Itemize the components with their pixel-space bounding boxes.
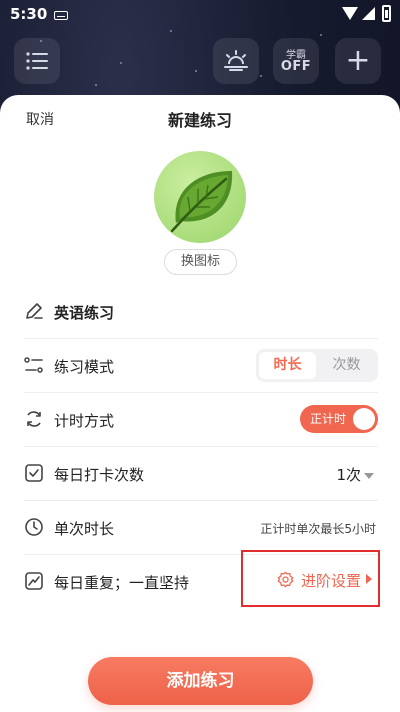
mode-list-icon bbox=[24, 357, 43, 373]
daily-checkin-value: 1次 bbox=[336, 466, 361, 484]
mode-option-duration[interactable]: 时长 bbox=[259, 352, 316, 379]
sheet-title: 新建练习 bbox=[167, 111, 232, 130]
name-row[interactable]: 英语练习 bbox=[24, 285, 378, 339]
repeat-label: 每日重复；一直坚持 bbox=[54, 574, 190, 592]
practice-icon[interactable] bbox=[154, 151, 246, 243]
pencil-icon bbox=[26, 303, 43, 319]
chevron-right-icon bbox=[366, 574, 372, 584]
checkbox-icon bbox=[25, 464, 43, 482]
study-mode-toggle[interactable]: 学霸 OFF bbox=[273, 38, 319, 84]
clock-icon bbox=[25, 518, 43, 536]
add-button[interactable]: + bbox=[335, 38, 381, 84]
change-icon-button[interactable]: 换图标 bbox=[164, 249, 237, 275]
trend-icon bbox=[25, 572, 43, 590]
daily-checkin-row[interactable]: 每日打卡次数 1次 bbox=[24, 447, 378, 501]
study-mode-state: OFF bbox=[280, 59, 312, 74]
advanced-settings-button[interactable]: 进阶设置 bbox=[241, 550, 380, 607]
advanced-settings-label: 进阶设置 bbox=[301, 572, 362, 590]
mode-option-count[interactable]: 次数 bbox=[318, 352, 375, 379]
gear-icon bbox=[277, 571, 294, 588]
leaf-icon bbox=[170, 171, 233, 233]
sunrise-icon bbox=[224, 50, 248, 71]
keyboard-icon bbox=[54, 11, 68, 20]
plus-icon: + bbox=[345, 43, 371, 78]
signal-icon bbox=[362, 7, 375, 20]
add-practice-button[interactable]: 添加练习 bbox=[88, 657, 313, 705]
duration-label: 单次时长 bbox=[54, 520, 115, 538]
duration-row[interactable]: 单次时长 正计时单次最长5小时 bbox=[24, 501, 378, 555]
sunrise-button[interactable] bbox=[213, 38, 259, 84]
timing-toggle-label: 正计时 bbox=[310, 412, 347, 426]
status-bar: 5:30 bbox=[0, 0, 400, 30]
chevron-down-icon bbox=[364, 472, 374, 479]
daily-checkin-label: 每日打卡次数 bbox=[54, 466, 145, 484]
mode-row: 练习模式 时长 次数 bbox=[24, 339, 378, 393]
daily-checkin-dropdown[interactable]: 1次 bbox=[336, 464, 374, 485]
timing-toggle[interactable]: 正计时 bbox=[300, 405, 378, 433]
timing-label: 计时方式 bbox=[54, 412, 115, 430]
status-time: 5:30 bbox=[10, 5, 48, 23]
refresh-icon bbox=[27, 411, 41, 427]
wifi-icon bbox=[342, 7, 358, 20]
practice-name[interactable]: 英语练习 bbox=[54, 302, 114, 323]
timing-row: 计时方式 正计时 bbox=[24, 393, 378, 447]
list-button[interactable] bbox=[14, 38, 60, 84]
mode-segmented-control: 时长 次数 bbox=[256, 349, 378, 382]
duration-hint: 正计时单次最长5小时 bbox=[260, 522, 376, 536]
mode-label: 练习模式 bbox=[54, 358, 115, 376]
battery-icon bbox=[382, 5, 391, 22]
list-icon bbox=[26, 52, 48, 70]
repeat-row: 每日重复；一直坚持 进阶设置 bbox=[24, 550, 380, 609]
toggle-knob bbox=[353, 408, 375, 430]
new-practice-sheet: 取消 新建练习 换图标 英语练习 练习模式 时长 次数 计时方式 正计时 每日打… bbox=[0, 95, 400, 712]
